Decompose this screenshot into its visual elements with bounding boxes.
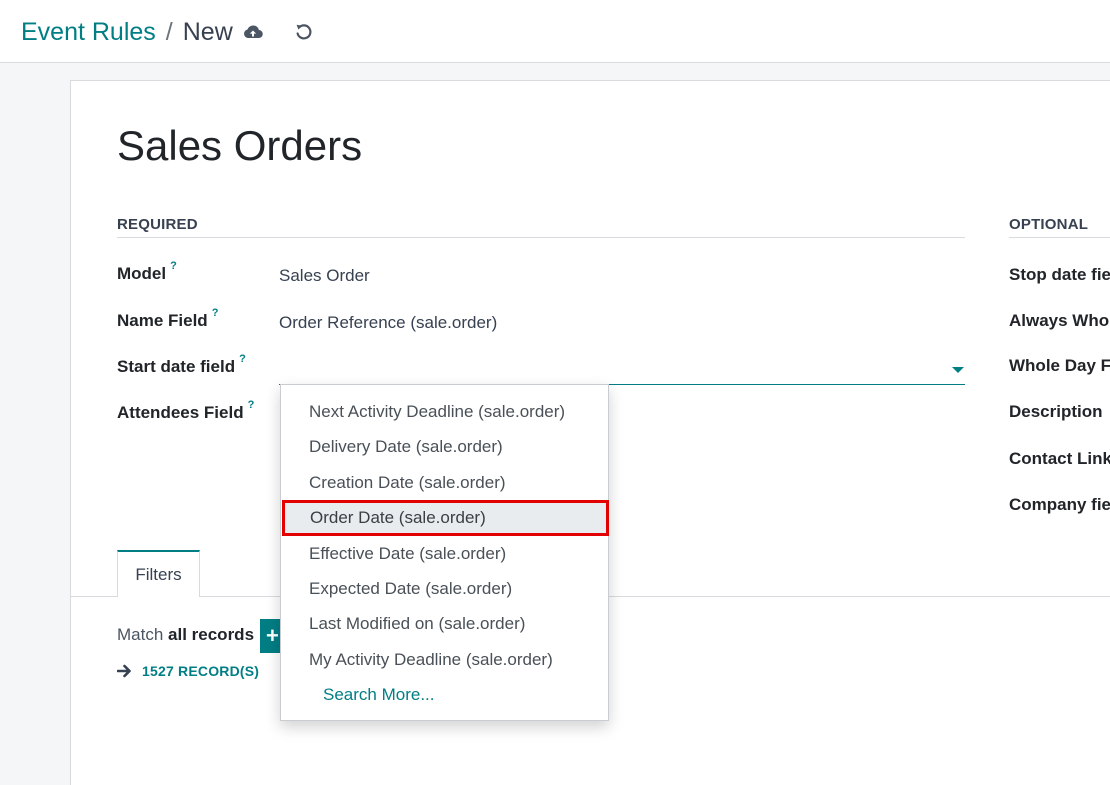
breadcrumb: Event Rules / New — [21, 17, 233, 47]
start-date-label: Start date field? — [117, 353, 246, 377]
records-link[interactable]: 1527 RECORD(S) — [117, 663, 259, 679]
optional-section-heading: OPTIONAL — [1009, 216, 1110, 238]
dropdown-option[interactable]: Creation Date (sale.order) — [281, 465, 608, 500]
name-field-label: Name Field? — [117, 307, 218, 331]
name-field-value: Order Reference (sale.order) — [279, 313, 498, 332]
required-section-heading: REQUIRED — [117, 216, 965, 238]
name-field-label-text: Name Field — [117, 311, 208, 330]
dropdown-option[interactable]: My Activity Deadline (sale.order) — [281, 642, 608, 677]
control-panel: Event Rules / New — [0, 0, 1110, 63]
contact-link-label: Contact Link — [1009, 449, 1110, 468]
company-field-label: Company fie — [1009, 495, 1110, 514]
dropdown-option[interactable]: Expected Date (sale.order) — [281, 571, 608, 606]
tab-filters[interactable]: Filters — [117, 550, 200, 597]
dropdown-option[interactable]: Last Modified on (sale.order) — [281, 606, 608, 641]
cloud-upload-icon — [244, 25, 263, 39]
attendees-label-text: Attendees Field — [117, 403, 244, 422]
domain-match-text: Match all records — [117, 625, 254, 645]
match-prefix: Match — [117, 625, 164, 644]
stop-date-label: Stop date fie — [1009, 265, 1110, 284]
dropdown-option[interactable]: Delivery Date (sale.order) — [281, 429, 608, 464]
record-title[interactable]: Sales Orders — [117, 121, 362, 171]
dropdown-option[interactable]: Next Activity Deadline (sale.order) — [281, 394, 608, 429]
model-label: Model? — [117, 260, 177, 284]
dropdown-option[interactable]: Effective Date (sale.order) — [281, 536, 608, 571]
dropdown-option-highlighted[interactable]: Order Date (sale.order) — [282, 500, 609, 536]
model-value: Sales Order — [279, 266, 370, 285]
whole-day-field-label: Whole Day F — [1009, 356, 1110, 375]
discard-button[interactable] — [291, 19, 317, 45]
start-date-select[interactable] — [279, 355, 965, 385]
model-label-text: Model — [117, 264, 167, 283]
breadcrumb-event-rules[interactable]: Event Rules — [21, 17, 156, 47]
always-whole-day-label: Always Who — [1009, 311, 1110, 330]
attendees-field-label: Attendees Field? — [117, 399, 254, 423]
breadcrumb-separator: / — [165, 18, 173, 46]
caret-down-icon[interactable] — [952, 367, 964, 373]
match-target[interactable]: all records — [168, 625, 254, 644]
start-date-help-icon[interactable]: ? — [239, 353, 246, 365]
attendees-help-icon[interactable]: ? — [248, 399, 255, 411]
search-more-link[interactable]: Search More... — [281, 677, 608, 712]
records-count: 1527 RECORD(S) — [142, 663, 260, 679]
start-date-label-text: Start date field — [117, 357, 236, 376]
undo-icon — [296, 24, 312, 40]
description-field-label: Description — [1009, 402, 1103, 421]
save-button[interactable] — [240, 19, 266, 45]
name-field-help-icon[interactable]: ? — [212, 307, 219, 319]
model-help-icon[interactable]: ? — [170, 260, 177, 272]
breadcrumb-current: New — [182, 18, 233, 46]
arrow-right-icon — [117, 664, 131, 678]
start-date-dropdown: Next Activity Deadline (sale.order) Deli… — [280, 384, 609, 721]
